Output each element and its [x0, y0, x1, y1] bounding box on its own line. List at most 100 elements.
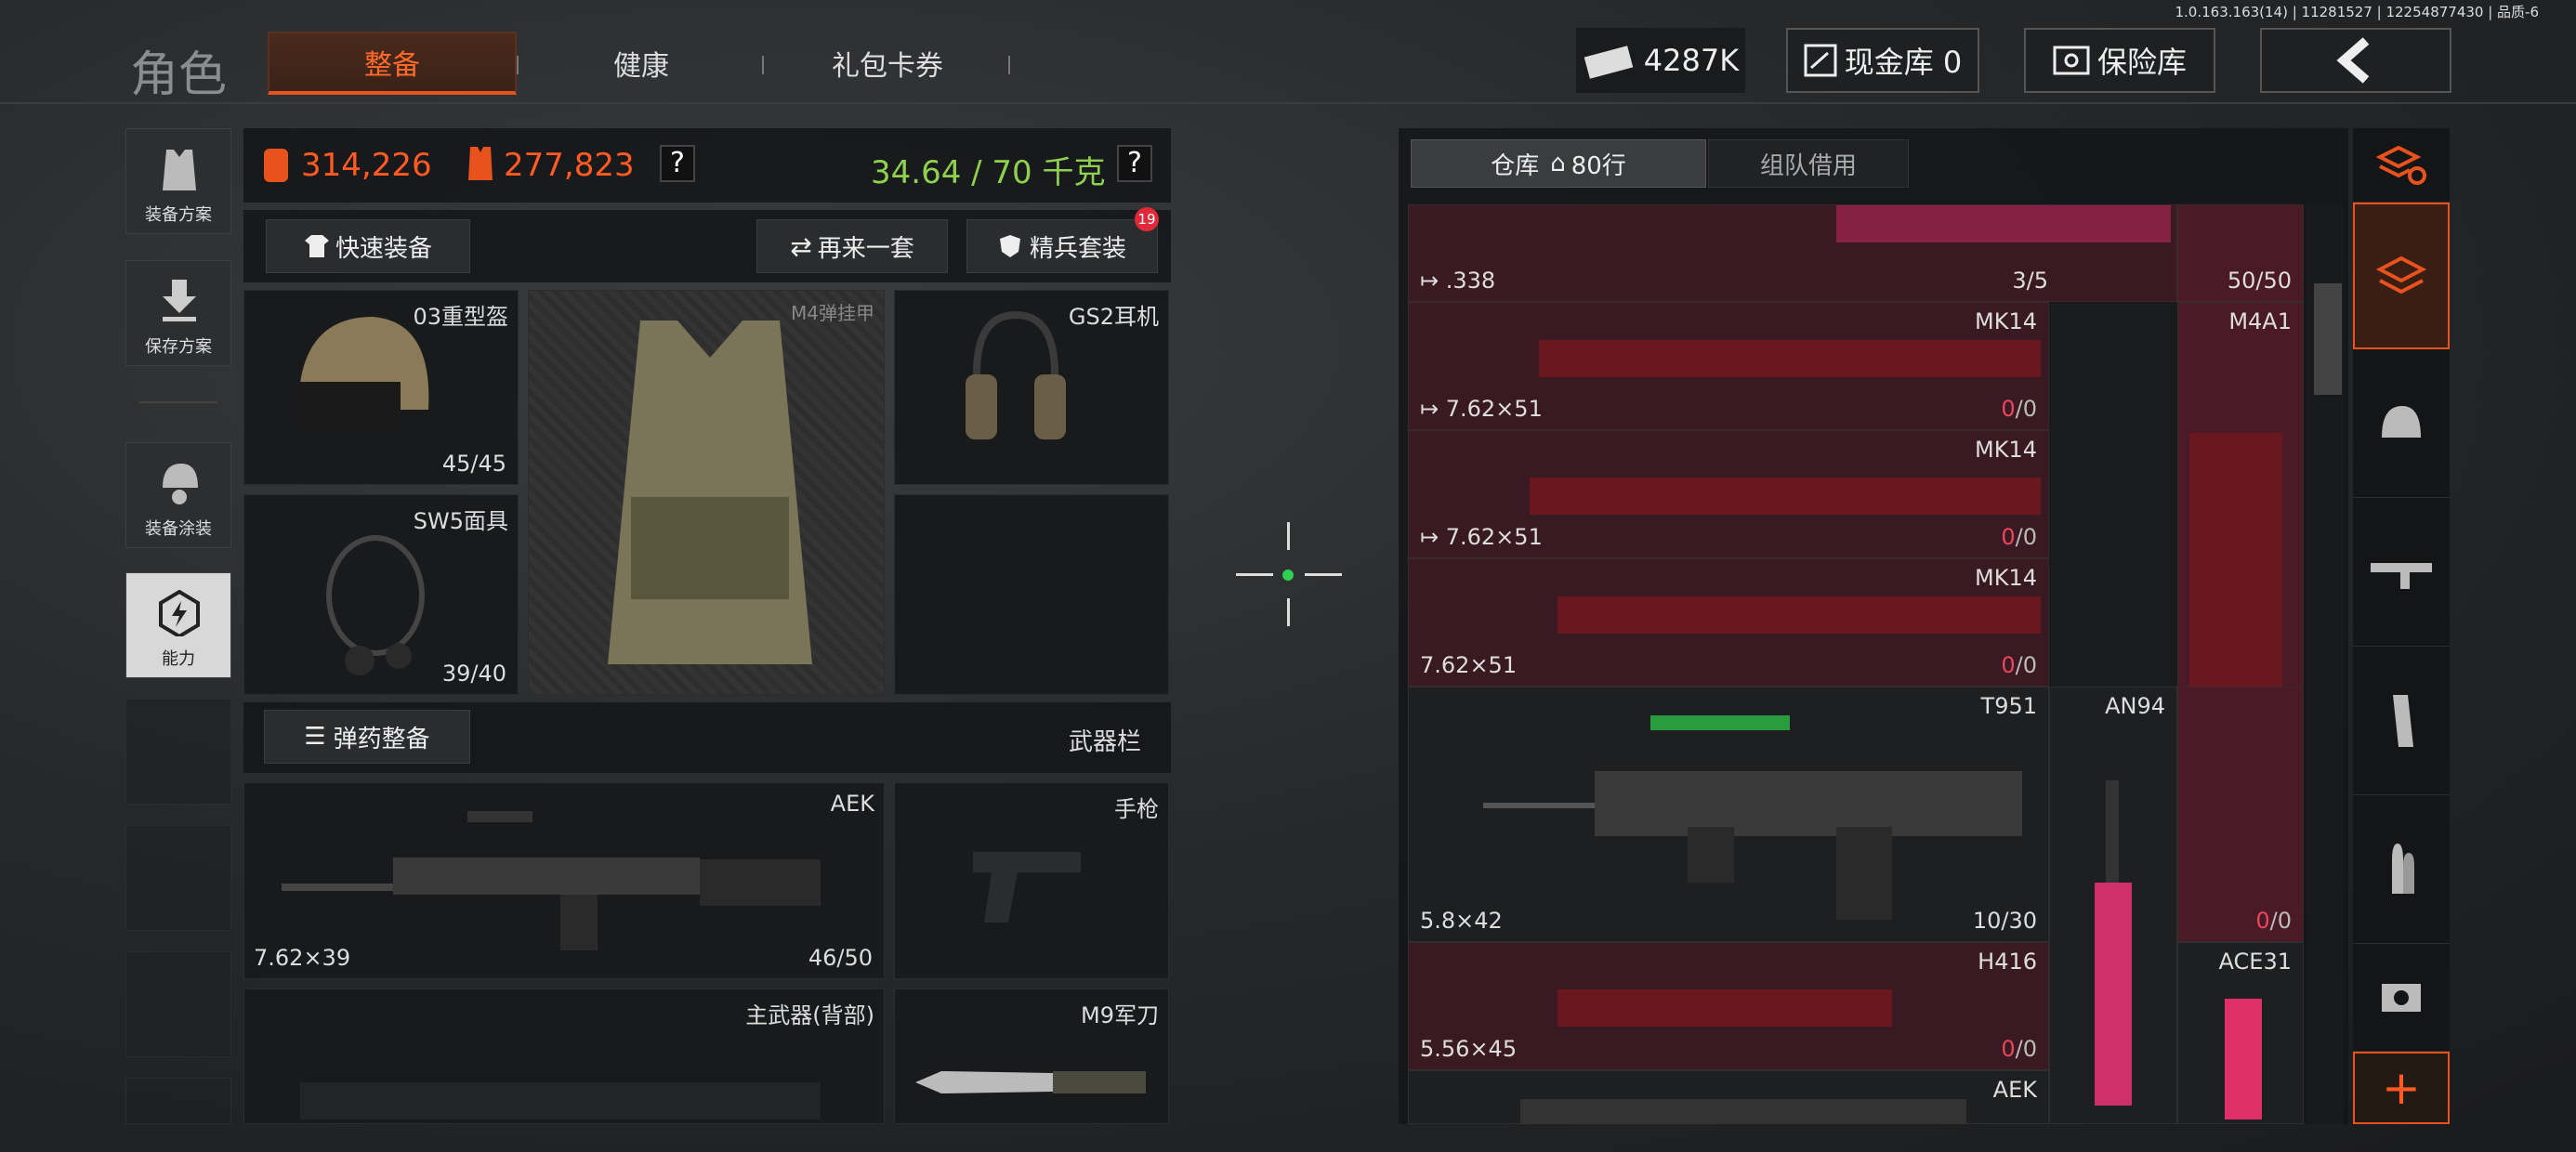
category-magazine[interactable] — [2353, 647, 2450, 795]
item-h416[interactable]: 5.56×45 H416 0/0 — [1408, 942, 2049, 1070]
item-magazine[interactable]: 50/50 — [2177, 204, 2304, 302]
tab-health-label: 健康 — [613, 50, 669, 83]
item-image — [1539, 340, 2041, 377]
empty-menu-slot — [125, 699, 231, 805]
knife-slot[interactable]: M9军刀 — [894, 988, 1169, 1124]
tab-gifts[interactable]: 礼包卡券 — [781, 32, 994, 95]
storage-rows: 80行 — [1571, 151, 1626, 180]
elite-kit-button[interactable]: 精兵套装 19 — [966, 207, 1159, 273]
primary-weapon-slot[interactable]: AEK 7.62×39 46/50 — [243, 782, 885, 979]
all-items-icon — [2376, 255, 2426, 295]
save-plan-label: 保存方案 — [145, 337, 212, 357]
item-count-max: /0 — [2015, 1036, 2037, 1062]
category-all[interactable] — [2353, 203, 2450, 349]
help-button[interactable]: ? — [660, 145, 695, 182]
team-borrow-tab[interactable]: 组队借用 — [1708, 139, 1909, 188]
item-name: H416 — [1978, 949, 2037, 975]
storage-scrollbar-thumb[interactable] — [2314, 283, 2342, 395]
knife-image — [915, 1071, 1146, 1093]
quick-equip-button[interactable]: 快速装备 — [266, 219, 470, 273]
backup-weapon-slot[interactable]: 主武器(背部) — [243, 988, 885, 1124]
item-image — [2189, 433, 2282, 730]
item-mk14[interactable]: ↦ 7.62×51 MK14 0/0 — [1408, 302, 2049, 430]
safe-icon — [2053, 46, 2090, 75]
item-caliber: 7.62×51 — [1420, 652, 1518, 678]
vest-icon — [163, 150, 196, 190]
category-rifle[interactable] — [2353, 498, 2450, 647]
crosshair-right — [1305, 573, 1342, 576]
quick-equip-label: 快速装备 — [335, 234, 432, 263]
equip-value: 277,823 — [504, 147, 635, 184]
item-m4a1-lower[interactable]: 0/0 — [2177, 687, 2304, 942]
backup-name: 主武器(背部) — [745, 1002, 874, 1028]
back-button[interactable] — [2260, 28, 2451, 93]
pistol-slot[interactable]: 手枪 — [894, 782, 1169, 979]
helmet-slot[interactable]: 03重型盔 45/45 — [243, 290, 519, 485]
ammo-button[interactable]: ☰ 弹药整备 — [264, 710, 470, 764]
aek-rifle-image — [282, 811, 821, 950]
armor-slot[interactable]: M4弹挂甲 — [528, 290, 885, 695]
insurance-button[interactable]: 保险库 — [2024, 28, 2215, 93]
save-plan-button[interactable]: 保存方案 — [125, 260, 231, 366]
again-label: 再来一套 — [817, 234, 914, 263]
item-image — [1836, 205, 2171, 242]
item-name: AN94 — [2105, 693, 2165, 719]
headset-name: GS2耳机 — [1068, 304, 1159, 330]
tab-equip[interactable]: 整备 — [268, 32, 517, 95]
item-an94[interactable]: AN94 — [2049, 687, 2177, 1124]
item-image — [2095, 780, 2132, 1106]
mask-slot[interactable]: SW5面具 39/40 — [243, 494, 519, 695]
weight-help-button[interactable]: ? — [1117, 145, 1152, 182]
rifle-icon — [2371, 562, 2432, 589]
item-image — [1557, 596, 2041, 634]
item-image — [1483, 715, 2022, 920]
item-mk14[interactable]: 7.62×51 MK14 0/0 — [1408, 558, 2049, 687]
ability-button[interactable]: 能力 — [125, 572, 231, 678]
weapon-bar-label: 武器栏 — [1069, 728, 1142, 756]
item-338-ammo[interactable]: ↦ .338 3/5 — [1408, 204, 2177, 302]
mask-name: SW5面具 — [413, 508, 508, 534]
helmet-paint-icon — [163, 464, 198, 504]
storage-tab-label: 仓库 — [1491, 151, 1540, 180]
headset-image — [966, 310, 1066, 439]
ability-icon — [159, 590, 200, 636]
item-count-max: /0 — [2015, 652, 2037, 678]
sort-button[interactable] — [2353, 128, 2450, 203]
item-mk14[interactable]: ↦ 7.62×51 MK14 0/0 — [1408, 430, 2049, 558]
item-count: 0/0 — [2001, 524, 2037, 550]
shield-icon — [999, 235, 1020, 257]
empty-equip-slot[interactable] — [894, 494, 1169, 695]
category-ammo[interactable] — [2353, 795, 2450, 944]
item-count: 3/5 — [2012, 268, 2048, 294]
helmet-image — [296, 317, 429, 428]
item-image — [1520, 1099, 1966, 1124]
category-attachment[interactable] — [2353, 944, 2450, 1052]
again-button[interactable]: ⇄ 再来一套 — [756, 219, 948, 273]
loadout-plan-button[interactable]: 装备方案 — [125, 128, 231, 234]
paint-button[interactable]: 装备涂装 — [125, 442, 231, 548]
backpack-icon — [264, 149, 288, 182]
tab-divider — [517, 56, 519, 74]
item-ace31[interactable]: ACE31 — [2177, 942, 2304, 1124]
ammo-bullet-icon — [2392, 843, 2414, 894]
item-count-max: /0 — [2015, 524, 2037, 550]
back-arrow-icon — [2336, 37, 2370, 84]
category-helmet[interactable] — [2353, 349, 2450, 498]
cash-vault-button[interactable]: 现金库 0 — [1786, 28, 1979, 93]
arrow-icon: ↦ — [1420, 268, 1446, 294]
item-m4a1[interactable]: M4A1 — [2177, 302, 2304, 748]
armor-value-icon — [468, 147, 493, 180]
item-name: AEK — [1992, 1077, 2037, 1103]
notification-badge: 19 — [1135, 207, 1159, 231]
item-aek[interactable]: AEK — [1408, 1070, 2049, 1124]
item-t951[interactable]: 5.8×42 T951 10/30 — [1408, 687, 2049, 942]
add-button[interactable]: + — [2353, 1052, 2450, 1124]
headset-slot[interactable]: GS2耳机 — [894, 290, 1169, 485]
pistol-silhouette — [973, 852, 1081, 923]
storage-tab[interactable]: 仓库 ⌂ 80行 — [1411, 139, 1706, 188]
arrow-icon: ↦ — [1420, 524, 1446, 550]
helmet-icon — [2382, 405, 2421, 438]
arrow-icon: ↦ — [1420, 396, 1446, 422]
tab-health[interactable]: 健康 — [539, 32, 743, 95]
money-value: 4287K — [1643, 43, 1740, 78]
